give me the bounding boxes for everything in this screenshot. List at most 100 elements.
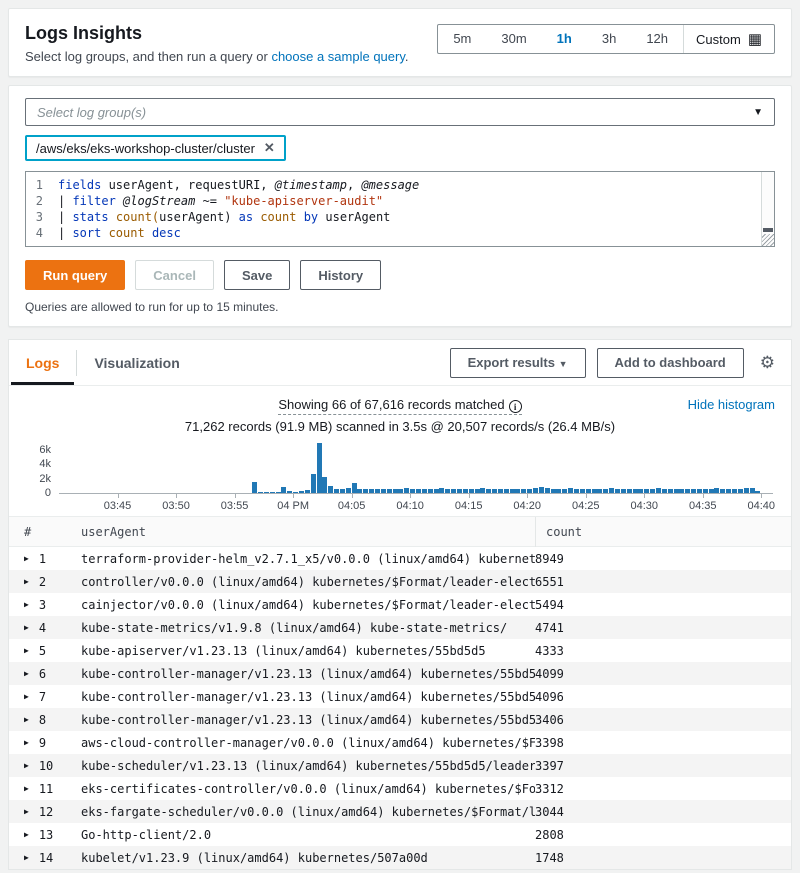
histogram-bar[interactable] <box>334 489 339 493</box>
log-group-select[interactable]: Select log group(s) ▼ <box>25 98 775 126</box>
histogram-bar[interactable] <box>252 482 257 493</box>
histogram-bar[interactable] <box>545 488 550 493</box>
histogram-bar[interactable] <box>475 489 480 493</box>
tab-visualization[interactable]: Visualization <box>77 340 196 385</box>
expand-row-icon[interactable]: ▶ <box>24 600 29 609</box>
histogram-bar[interactable] <box>556 489 561 493</box>
histogram-bar[interactable] <box>299 491 304 493</box>
histogram-bar[interactable] <box>574 489 579 493</box>
time-range-1h[interactable]: 1h <box>542 25 587 53</box>
histogram-bar[interactable] <box>521 489 526 493</box>
histogram-bar[interactable] <box>539 487 544 493</box>
editor-resize-handle[interactable] <box>762 234 774 246</box>
table-row[interactable]: ▶10kube-scheduler/v1.23.13 (linux/amd64)… <box>9 754 791 777</box>
time-range-12h[interactable]: 12h <box>631 25 683 53</box>
table-row[interactable]: ▶6kube-controller-manager/v1.23.13 (linu… <box>9 662 791 685</box>
table-row[interactable]: ▶11eks-certificates-controller/v0.0.0 (l… <box>9 777 791 800</box>
histogram-bar[interactable] <box>703 489 708 493</box>
histogram-bar[interactable] <box>627 489 632 493</box>
expand-row-icon[interactable]: ▶ <box>24 554 29 563</box>
histogram-bar[interactable] <box>293 492 298 493</box>
histogram-bar[interactable] <box>375 489 380 493</box>
histogram-bar[interactable] <box>276 492 281 493</box>
histogram-bar[interactable] <box>510 489 515 493</box>
time-range-3h[interactable]: 3h <box>587 25 631 53</box>
histogram-bar[interactable] <box>586 489 591 493</box>
histogram-bar[interactable] <box>662 489 667 493</box>
histogram-bar[interactable] <box>714 488 719 493</box>
histogram-bar[interactable] <box>674 489 679 493</box>
histogram-bar[interactable] <box>633 489 638 493</box>
histogram-bar[interactable] <box>451 489 456 493</box>
query-line[interactable]: 1fields userAgent, requestURI, @timestam… <box>26 177 758 193</box>
histogram-bar[interactable] <box>410 489 415 493</box>
table-row[interactable]: ▶12eks-fargate-scheduler/v0.0.0 (linux/a… <box>9 800 791 823</box>
table-row[interactable]: ▶9aws-cloud-controller-manager/v0.0.0 (l… <box>9 731 791 754</box>
histogram-bar[interactable] <box>340 489 345 493</box>
table-row[interactable]: ▶1terraform-provider-helm_v2.7.1_x5/v0.0… <box>9 547 791 570</box>
table-row[interactable]: ▶13Go-http-client/2.02808 <box>9 823 791 846</box>
histogram-bar[interactable] <box>562 489 567 493</box>
histogram-bar[interactable] <box>697 489 702 493</box>
column-header-count[interactable]: count <box>535 517 791 547</box>
export-results-button[interactable]: Export results ▼ <box>450 348 586 378</box>
histogram-bar[interactable] <box>568 488 573 493</box>
histogram-bar[interactable] <box>726 489 731 493</box>
histogram-bar[interactable] <box>668 489 673 493</box>
histogram-bar[interactable] <box>609 488 614 493</box>
histogram-bar[interactable] <box>322 477 327 493</box>
hide-histogram-link[interactable]: Hide histogram <box>688 397 775 412</box>
histogram-bar[interactable] <box>580 489 585 493</box>
histogram-bar[interactable] <box>621 489 626 493</box>
histogram-bar[interactable] <box>515 489 520 493</box>
save-button[interactable]: Save <box>224 260 290 290</box>
info-icon[interactable]: i <box>509 400 522 413</box>
run-query-button[interactable]: Run query <box>25 260 125 290</box>
histogram-bar[interactable] <box>492 489 497 493</box>
histogram-bar[interactable] <box>750 488 755 493</box>
histogram-bar[interactable] <box>287 491 292 493</box>
histogram-bar[interactable] <box>679 489 684 493</box>
histogram-bar[interactable] <box>644 489 649 493</box>
histogram-bar[interactable] <box>738 489 743 493</box>
histogram-bar[interactable] <box>270 492 275 493</box>
histogram-bar[interactable] <box>311 474 316 493</box>
table-row[interactable]: ▶4kube-state-metrics/v1.9.8 (linux/amd64… <box>9 616 791 639</box>
expand-row-icon[interactable]: ▶ <box>24 807 29 816</box>
histogram-bar[interactable] <box>416 489 421 493</box>
histogram-bar[interactable] <box>469 489 474 493</box>
histogram-bar[interactable] <box>597 489 602 493</box>
histogram-bar[interactable] <box>357 489 362 493</box>
time-range-30m[interactable]: 30m <box>486 25 541 53</box>
histogram-bar[interactable] <box>258 492 263 493</box>
histogram-bar[interactable] <box>498 489 503 493</box>
expand-row-icon[interactable]: ▶ <box>24 830 29 839</box>
table-row[interactable]: ▶14kubelet/v1.23.9 (linux/amd64) kuberne… <box>9 846 791 869</box>
table-row[interactable]: ▶3cainjector/v0.0.0 (linux/amd64) kubern… <box>9 593 791 616</box>
expand-row-icon[interactable]: ▶ <box>24 715 29 724</box>
histogram-bar[interactable] <box>264 492 269 493</box>
histogram-plot-area[interactable]: 6k4k2k003:4503:5003:5504 PM04:0504:1004:… <box>59 444 773 494</box>
histogram-bar[interactable] <box>445 489 450 493</box>
histogram-bar[interactable] <box>363 489 368 493</box>
column-header-useragent[interactable]: userAgent <box>81 525 545 539</box>
histogram-bar[interactable] <box>638 489 643 493</box>
histogram-bar[interactable] <box>281 487 286 493</box>
column-header-index[interactable]: # <box>9 525 81 539</box>
histogram-bar[interactable] <box>422 489 427 493</box>
histogram-bar[interactable] <box>428 489 433 493</box>
histogram-bar[interactable] <box>650 489 655 493</box>
histogram-bar[interactable] <box>305 490 310 493</box>
histogram-bar[interactable] <box>709 489 714 493</box>
histogram-bar[interactable] <box>404 488 409 493</box>
expand-row-icon[interactable]: ▶ <box>24 738 29 747</box>
histogram-bar[interactable] <box>755 491 760 493</box>
table-row[interactable]: ▶2controller/v0.0.0 (linux/amd64) kubern… <box>9 570 791 593</box>
scrollbar-thumb[interactable] <box>763 228 773 232</box>
histogram-bar[interactable] <box>527 489 532 493</box>
chip-close-icon[interactable]: ✕ <box>264 140 275 156</box>
histogram-bar[interactable] <box>732 489 737 493</box>
histogram-bar[interactable] <box>387 489 392 493</box>
histogram-bar[interactable] <box>463 489 468 493</box>
table-row[interactable]: ▶7kube-controller-manager/v1.23.13 (linu… <box>9 685 791 708</box>
